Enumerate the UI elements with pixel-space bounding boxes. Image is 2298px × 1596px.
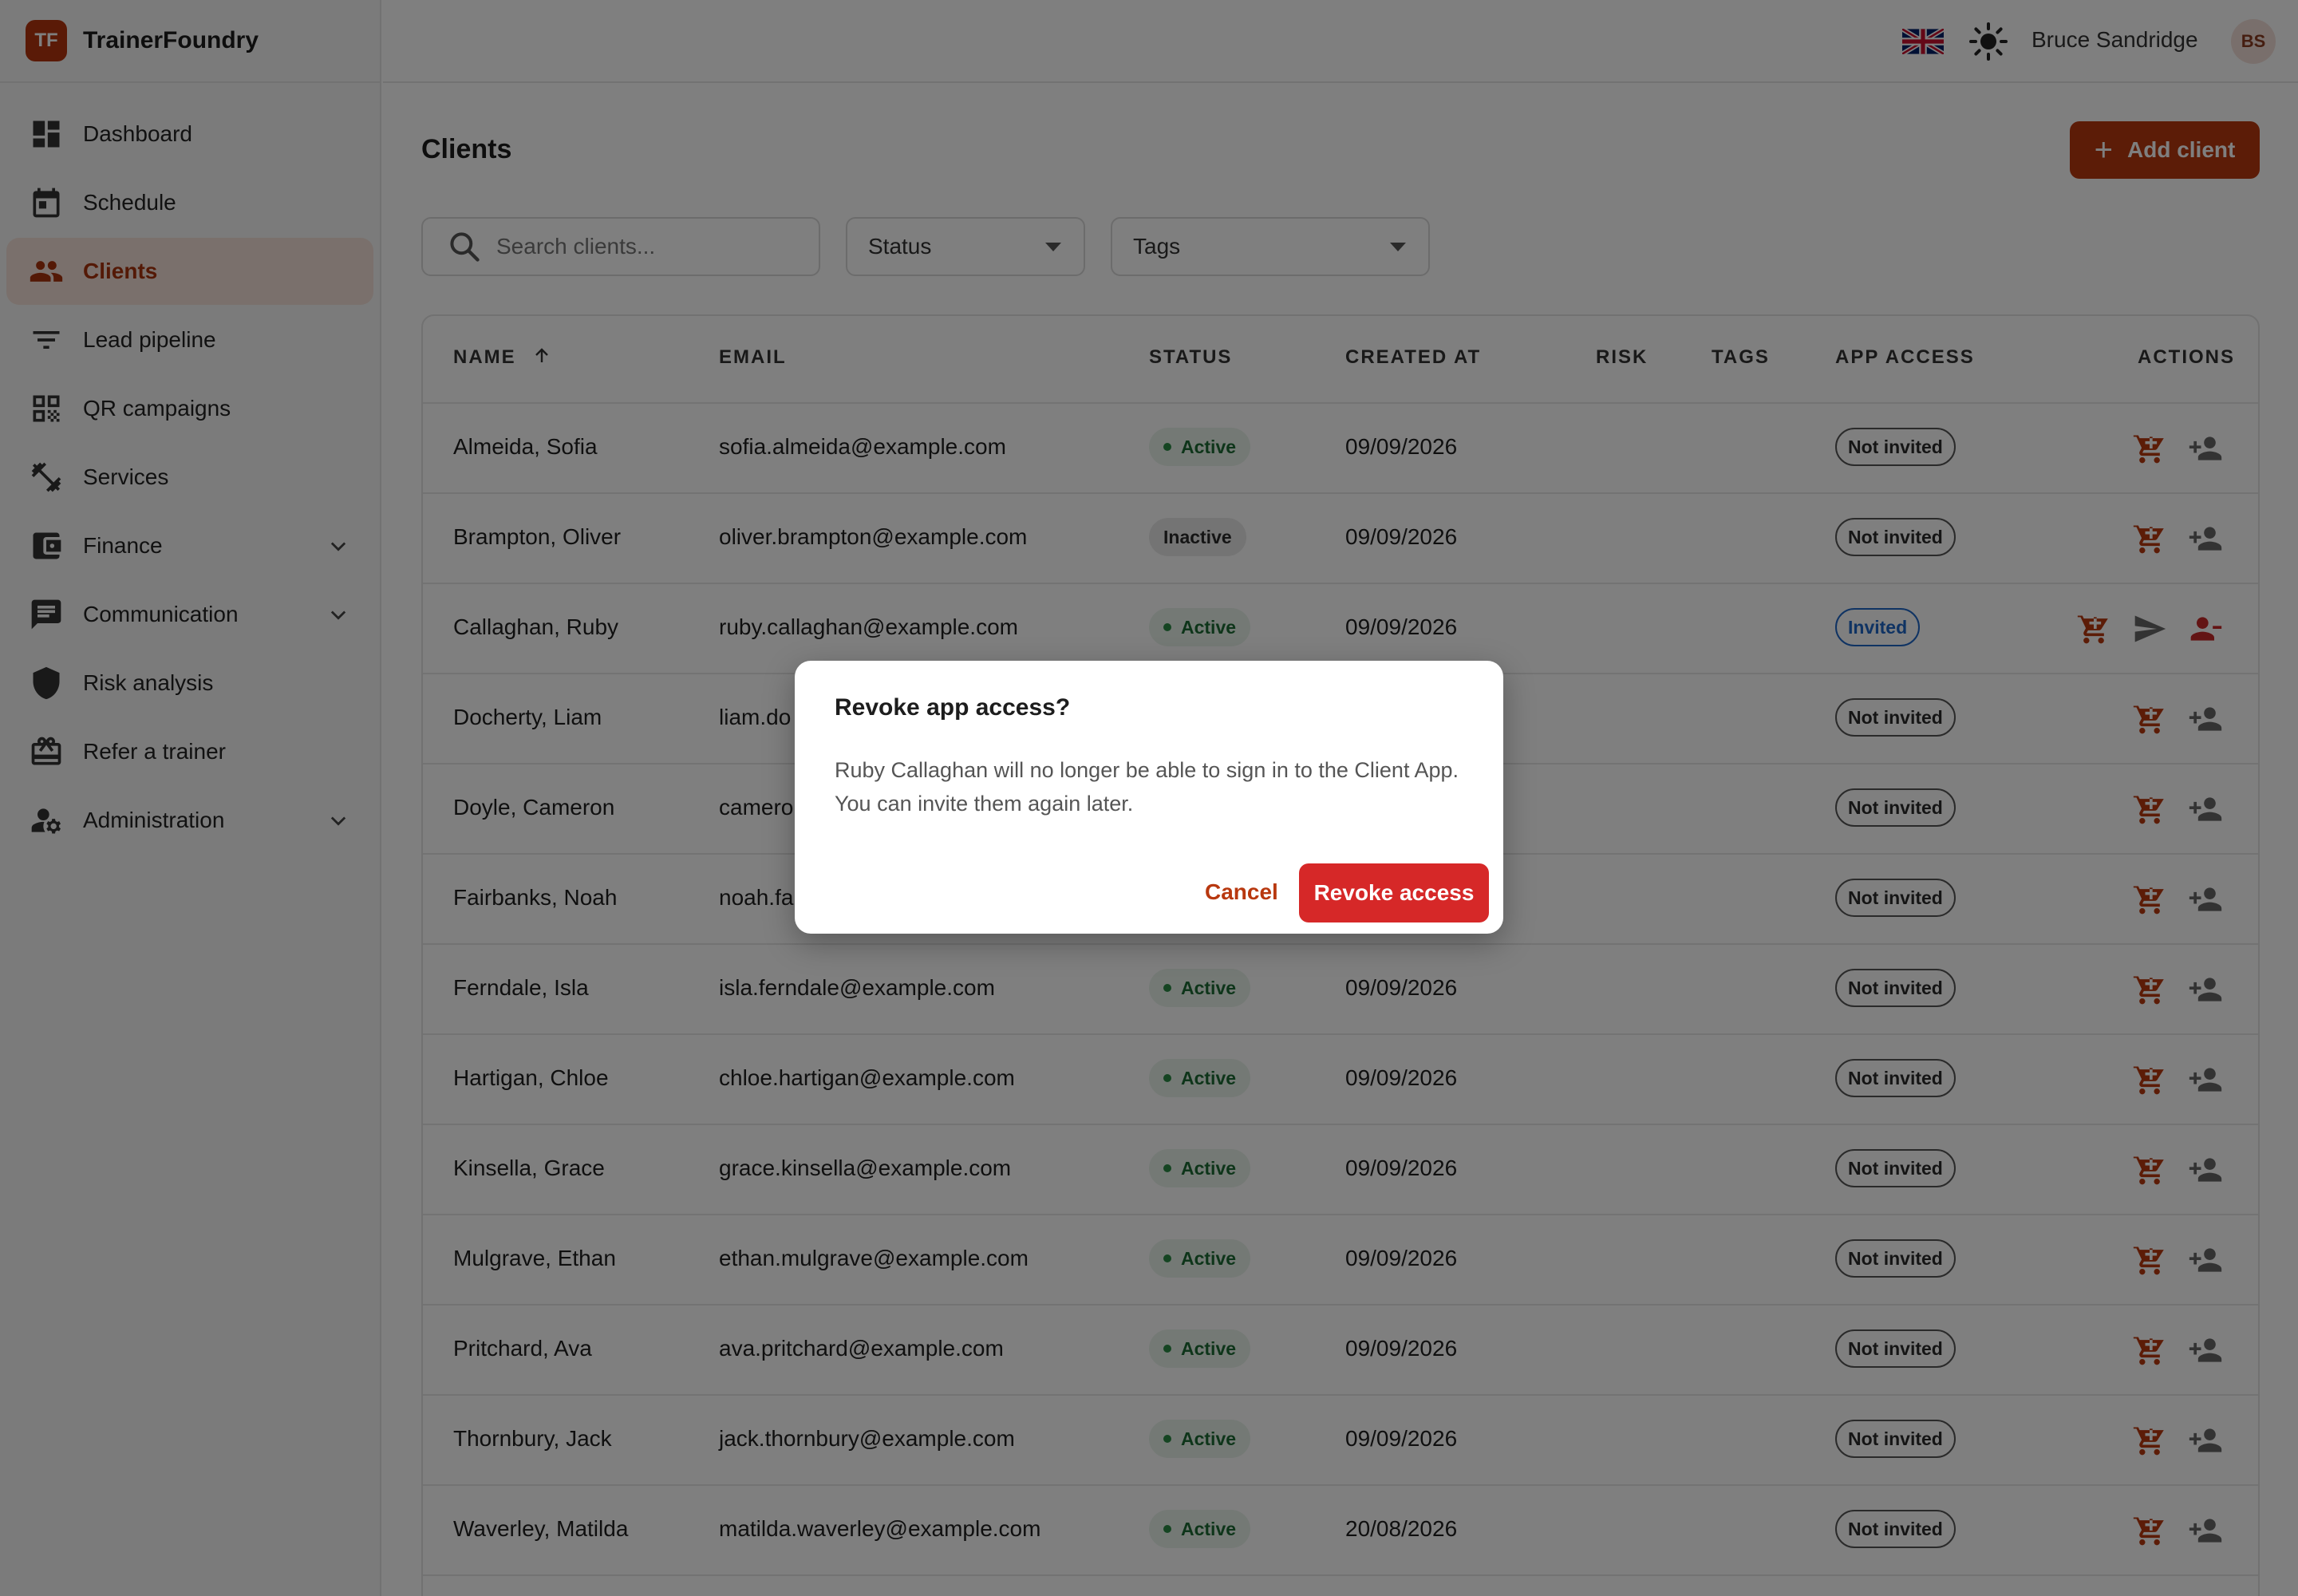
dialog-body: Ruby Callaghan will no longer be able to… xyxy=(835,758,1459,816)
cancel-button[interactable]: Cancel xyxy=(1205,879,1278,905)
dialog-title: Revoke app access? xyxy=(835,694,1071,721)
revoke-access-button[interactable]: Revoke access xyxy=(1299,863,1489,922)
